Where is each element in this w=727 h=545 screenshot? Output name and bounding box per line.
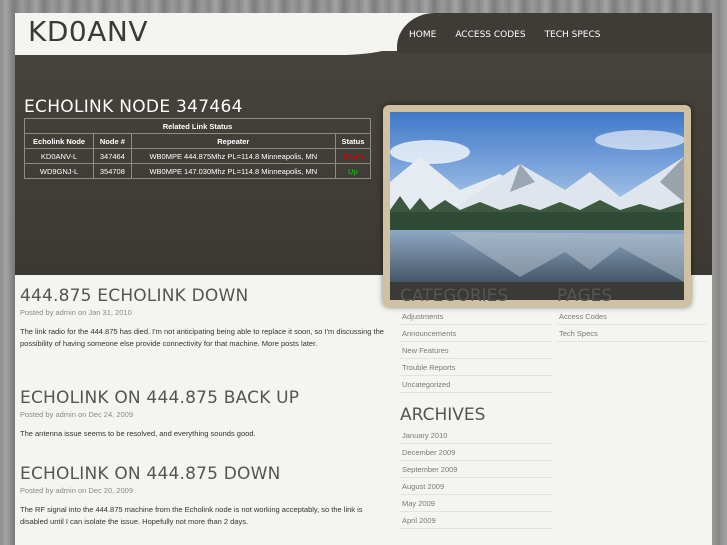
archive-link[interactable]: September 2009 — [400, 461, 552, 478]
category-link[interactable]: Uncategorized — [400, 376, 552, 393]
link-status-table: Related Link Status Echolink Node Node #… — [23, 118, 372, 179]
archives-widget: ARCHIVES January 2010 December 2009 Sept… — [400, 405, 552, 529]
category-link[interactable]: New Features — [400, 342, 552, 359]
widget-title: PAGES — [557, 286, 613, 306]
nav-home[interactable]: HOME — [409, 30, 436, 40]
post-title[interactable]: ECHOLINK ON 444.875 DOWN — [20, 464, 390, 484]
col-header-num: Node # — [93, 133, 132, 149]
table-row: WD9GNJ-L 354708 WB0MPE 147.030Mhz PL=114… — [23, 163, 372, 179]
post-meta: Posted by admin on Jan 31, 2010 — [20, 308, 132, 317]
post: ECHOLINK ON 444.875 DOWN Posted by admin… — [20, 464, 390, 528]
post-body: The RF signal into the 444.875 machine f… — [20, 505, 363, 526]
post-meta: Posted by admin on Dec 20, 2009 — [20, 486, 133, 495]
col-header-repeater: Repeater — [130, 133, 336, 149]
mountain-lake-image — [390, 112, 684, 300]
post-body: The antenna issue seems to be resolved, … — [20, 429, 256, 438]
col-header-node: Echolink Node — [23, 133, 95, 149]
category-link[interactable]: Announcements — [400, 325, 552, 342]
categories-widget: CATEGORIES Adjustments Announcements New… — [400, 286, 552, 393]
header-curve — [15, 41, 400, 55]
widget-title: CATEGORIES — [400, 286, 509, 306]
table-row: KD0ANV-L 347464 WB0MPE 444.875Mhz PL=114… — [23, 148, 372, 164]
hero-banner: ECHOLINK NODE 347464 Related Link Status… — [15, 51, 712, 307]
post-title[interactable]: ECHOLINK ON 444.875 BACK UP — [20, 388, 390, 408]
cell-repeater: WB0MPE 444.875Mhz PL=114.8 Minneapolis, … — [130, 148, 336, 164]
category-link[interactable]: Adjustments — [400, 308, 552, 325]
post: 444.875 ECHOLINK DOWN Posted by admin on… — [20, 286, 390, 350]
nav-access-codes[interactable]: ACCESS CODES — [455, 30, 525, 40]
page-link[interactable]: Tech Specs — [557, 325, 707, 342]
hero-title: ECHOLINK NODE 347464 — [24, 97, 243, 117]
header-photo-frame — [383, 105, 691, 307]
archive-link[interactable]: April 2009 — [400, 512, 552, 529]
cell-repeater: WB0MPE 147.030Mhz PL=114.8 Minneapolis, … — [130, 163, 336, 179]
pages-widget: PAGES Access Codes Tech Specs — [557, 286, 707, 342]
archive-link[interactable]: January 2010 — [400, 427, 552, 444]
page-link[interactable]: Access Codes — [557, 308, 707, 325]
archive-link[interactable]: May 2009 — [400, 495, 552, 512]
page: KD0ANV ECHOLINK NODE 347464 Related Link… — [15, 13, 712, 545]
cell-node: KD0ANV-L — [23, 148, 95, 164]
status-badge: Up — [334, 163, 372, 179]
status-badge: Down — [334, 148, 372, 164]
cell-num: 347464 — [93, 148, 132, 164]
col-header-status: Status — [334, 133, 372, 149]
post-meta: Posted by admin on Dec 24, 2009 — [20, 410, 133, 419]
nav-tech-specs[interactable]: TECH SPECS — [545, 30, 601, 40]
post-title[interactable]: 444.875 ECHOLINK DOWN — [20, 286, 390, 306]
post: ECHOLINK ON 444.875 BACK UP Posted by ad… — [20, 388, 390, 440]
archive-link[interactable]: August 2009 — [400, 478, 552, 495]
widget-title: ARCHIVES — [400, 405, 486, 425]
cell-node: WD9GNJ-L — [23, 163, 95, 179]
archive-link[interactable]: December 2009 — [400, 444, 552, 461]
cell-num: 354708 — [93, 163, 132, 179]
table-caption: Related Link Status — [24, 118, 371, 134]
category-link[interactable]: Trouble Reports — [400, 359, 552, 376]
main-nav: HOME ACCESS CODES TECH SPECS — [409, 30, 619, 40]
post-body: The link radio for the 444.875 has died.… — [20, 327, 384, 348]
